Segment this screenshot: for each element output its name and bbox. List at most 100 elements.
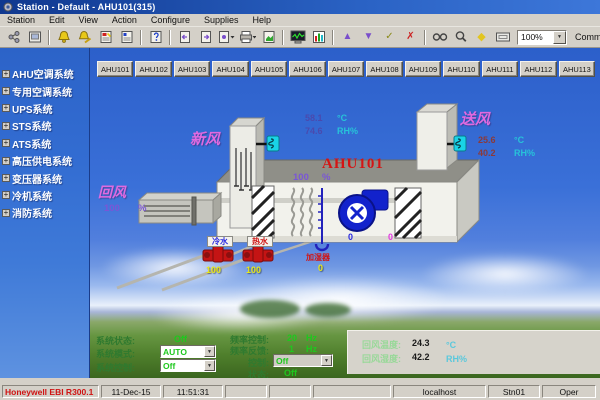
toolbar-separator xyxy=(140,30,142,45)
sidebar-item-fire[interactable]: +消防系统 xyxy=(0,204,89,221)
humidifier-label: 加湿器 xyxy=(306,252,330,263)
system-state-label: 系统状态: xyxy=(96,334,135,347)
alarm-summary-icon[interactable] xyxy=(96,29,115,46)
zoom-level-value: 100% xyxy=(518,32,553,42)
sidebar-item-ups[interactable]: +UPS系统 xyxy=(0,100,89,117)
menu-view[interactable]: View xyxy=(72,14,105,27)
menu-help[interactable]: Help xyxy=(245,14,278,27)
station-connect-icon[interactable] xyxy=(4,29,23,46)
accept-icon[interactable]: ✓ xyxy=(380,29,399,46)
lower-icon[interactable]: ▼ xyxy=(359,29,378,46)
zoom-level-combo[interactable]: 100% ▼ xyxy=(517,30,567,45)
fresh-damper-position: 100 xyxy=(293,172,309,183)
return-temp-label: 回风温度: xyxy=(362,338,401,351)
expand-plus-icon[interactable]: + xyxy=(2,174,10,182)
command-label: Command xyxy=(575,32,600,42)
host-cell: localhost xyxy=(393,385,486,398)
menu-configure[interactable]: Configure xyxy=(144,14,197,27)
graphic-display-area: AHU101 AHU102 AHU103 AHU104 AHU105 AHU10… xyxy=(90,48,600,378)
expand-plus-icon[interactable]: + xyxy=(2,139,10,147)
sidebar-item-ats[interactable]: +ATS系统 xyxy=(0,135,89,152)
supply-air-rh-unit: RH% xyxy=(514,148,535,158)
user-cell: Oper xyxy=(542,385,596,398)
home-page-icon[interactable] xyxy=(217,29,236,46)
page-forward-icon[interactable] xyxy=(196,29,215,46)
filter-status-value: 0 xyxy=(388,232,393,242)
system-mode-dropdown[interactable]: AUTO ▼ xyxy=(160,345,216,358)
select-area-icon[interactable] xyxy=(493,29,512,46)
system-mode-label: 系统模式: xyxy=(96,347,135,360)
brand-label: Honeywell EBI R300.1 xyxy=(2,385,99,398)
toolbar-separator xyxy=(282,30,284,45)
sidebar-item-chiller[interactable]: +冷机系统 xyxy=(0,187,89,204)
system-control-label: 系统控制: xyxy=(96,361,135,374)
freq-state-value: Off xyxy=(284,368,297,378)
supply-air-rh: 40.2 xyxy=(478,148,496,158)
sidebar-item-hv-power[interactable]: +高压供电系统 xyxy=(0,152,89,169)
fresh-air-temp-unit: °C xyxy=(337,113,347,123)
return-rh-value: 42.2 xyxy=(412,352,430,362)
station-display-icon[interactable] xyxy=(25,29,44,46)
expand-plus-icon[interactable]: + xyxy=(2,122,10,130)
return-temp-value: 24.3 xyxy=(412,338,430,348)
return-damper-position: 100 xyxy=(104,203,120,214)
expand-plus-icon[interactable]: + xyxy=(2,191,10,199)
find-icon[interactable] xyxy=(430,29,449,46)
expand-plus-icon[interactable]: + xyxy=(2,87,10,95)
chevron-down-icon[interactable]: ▼ xyxy=(204,360,215,371)
freq-control-dropdown[interactable]: Off ▼ xyxy=(273,354,333,367)
freq-control-value: 20 xyxy=(287,333,297,343)
menu-station[interactable]: Station xyxy=(0,14,42,27)
sidebar-item-sts[interactable]: +STS系统 xyxy=(0,117,89,134)
alarm-acknowledge-icon[interactable] xyxy=(75,29,94,46)
status-cell-empty xyxy=(225,385,267,398)
supply-air-duct xyxy=(417,112,447,170)
event-summary-icon[interactable] xyxy=(117,29,136,46)
menu-edit[interactable]: Edit xyxy=(42,14,72,27)
trend-chart-icon[interactable] xyxy=(309,29,328,46)
alarm-bell-icon[interactable] xyxy=(54,29,73,46)
raise-icon[interactable]: ▲ xyxy=(338,29,357,46)
toolbar-separator xyxy=(424,30,426,45)
return-rh-unit: RH% xyxy=(446,354,467,364)
menu-supplies[interactable]: Supplies xyxy=(197,14,246,27)
date-cell: 11-Dec-15 xyxy=(101,385,161,398)
freq-control-unit: Hz xyxy=(306,333,317,343)
return-damper-unit: % xyxy=(138,203,146,214)
toolbar-separator xyxy=(48,30,50,45)
print-icon[interactable] xyxy=(238,29,257,46)
chevron-down-icon[interactable]: ▼ xyxy=(204,346,215,357)
system-control-dropdown[interactable]: Off ▼ xyxy=(160,359,216,372)
status-cell-empty xyxy=(313,385,391,398)
fan-status-value: 0 xyxy=(348,232,353,242)
capture-page-icon[interactable] xyxy=(259,29,278,46)
monitor-icon[interactable] xyxy=(288,29,307,46)
window-title: Station - Default - AHU101(315) xyxy=(17,2,155,12)
chevron-down-icon[interactable]: ▼ xyxy=(321,355,332,366)
status-cell-empty xyxy=(269,385,311,398)
chevron-down-icon[interactable]: ▼ xyxy=(553,31,566,44)
zoom-tool-icon[interactable] xyxy=(451,29,470,46)
toolbar-separator xyxy=(332,30,334,45)
menu-action[interactable]: Action xyxy=(105,14,144,27)
fresh-air-temp: 58.1 xyxy=(305,113,323,123)
help-page-icon[interactable] xyxy=(146,29,165,46)
sidebar-item-dedicated-ac[interactable]: +专用空调系统 xyxy=(0,82,89,99)
expand-plus-icon[interactable]: + xyxy=(2,157,10,165)
supply-air-temp-unit: °C xyxy=(514,135,524,145)
sidebar-item-ahu[interactable]: +AHU空调系统 xyxy=(0,65,89,82)
title-bar[interactable]: Station - Default - AHU101(315) xyxy=(0,0,600,14)
expand-plus-icon[interactable]: + xyxy=(2,70,10,78)
sidebar-item-transformer[interactable]: +变压器系统 xyxy=(0,169,89,186)
expand-plus-icon[interactable]: + xyxy=(2,209,10,217)
reject-icon[interactable]: ✗ xyxy=(401,29,420,46)
unit-title: AHU101 xyxy=(322,156,384,173)
app-icon xyxy=(3,2,13,12)
return-air-label: 回风 xyxy=(98,182,126,202)
expand-plus-icon[interactable]: + xyxy=(2,104,10,112)
pan-tool-icon[interactable]: ◆ xyxy=(472,29,491,46)
ahu-diagram xyxy=(90,48,600,378)
freq-state-label: 状态: xyxy=(248,368,269,378)
fresh-air-rh: 74.6 xyxy=(305,126,323,136)
page-back-icon[interactable] xyxy=(175,29,194,46)
